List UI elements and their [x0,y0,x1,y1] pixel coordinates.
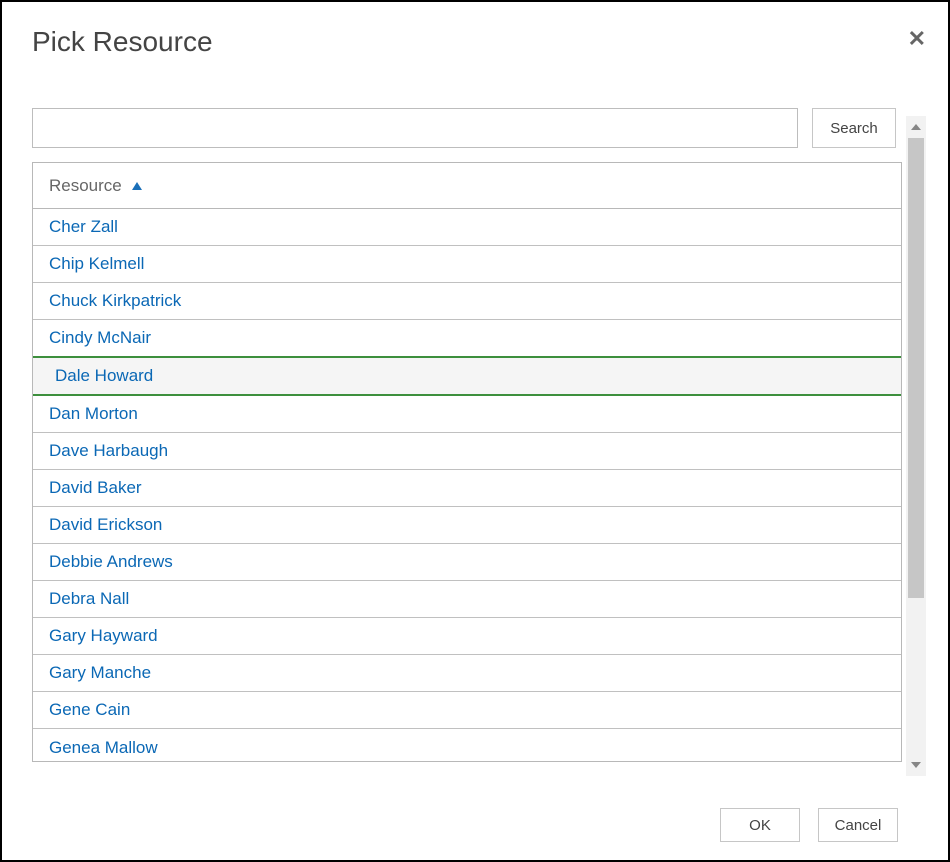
close-icon[interactable]: ✕ [908,26,926,50]
ok-button[interactable]: OK [720,808,800,842]
table-area: Resource Cher Zall Chip Kelmell Chuck Kirk… [32,162,926,776]
search-row: Search [32,108,896,148]
table-row[interactable]: David Baker [33,470,901,507]
table-row[interactable]: Dale Howard [33,356,901,396]
table-row[interactable]: Dave Harbaugh [33,433,901,470]
resource-name: Gary Hayward [49,626,158,646]
table-row[interactable]: Gene Cain [33,692,901,729]
sort-ascending-icon [132,182,142,190]
table-row[interactable]: Gary Manche [33,655,901,692]
resource-name: David Baker [49,478,142,498]
table-row[interactable]: Debra Nall [33,581,901,618]
table-row[interactable]: David Erickson [33,507,901,544]
resource-name: Debbie Andrews [49,552,173,572]
vertical-scrollbar[interactable] [906,116,926,776]
table-row[interactable]: Genea Mallow [33,729,901,762]
table-row[interactable]: Chip Kelmell [33,246,901,283]
scrollbar-thumb[interactable] [908,138,924,598]
resource-name: Chip Kelmell [49,254,144,274]
resource-name: Dan Morton [49,404,138,424]
scroll-up-icon[interactable] [906,116,926,138]
column-header-resource[interactable]: Resource [33,163,901,209]
table-row[interactable]: Cindy McNair [33,320,901,357]
dialog-header: Pick Resource ✕ [32,26,926,58]
resource-name: Genea Mallow [49,738,158,758]
resource-table: Resource Cher Zall Chip Kelmell Chuck Kirk… [32,162,902,762]
resource-name: Dave Harbaugh [49,441,168,461]
resource-name: Cher Zall [49,217,118,237]
scrollbar-track[interactable] [906,138,926,754]
table-row[interactable]: Gary Hayward [33,618,901,655]
dialog-title: Pick Resource [32,26,213,58]
table-row[interactable]: Dan Morton [33,396,901,433]
scroll-down-icon[interactable] [906,754,926,776]
resource-name: David Erickson [49,515,162,535]
cancel-button[interactable]: Cancel [818,808,898,842]
resource-name: Debra Nall [49,589,129,609]
resource-name: Gary Manche [49,663,151,683]
table-row[interactable]: Chuck Kirkpatrick [33,283,901,320]
column-header-label: Resource [49,176,122,196]
search-input[interactable] [32,108,798,148]
resource-name: Chuck Kirkpatrick [49,291,181,311]
pick-resource-dialog: Pick Resource ✕ Search Resource Cher Zal… [0,0,950,862]
resource-name: Dale Howard [55,366,153,386]
resource-name: Cindy McNair [49,328,151,348]
table-row[interactable]: Cher Zall [33,209,901,246]
dialog-footer: OK Cancel [720,808,898,842]
search-button[interactable]: Search [812,108,896,148]
resource-name: Gene Cain [49,700,130,720]
table-row[interactable]: Debbie Andrews [33,544,901,581]
rows-container: Cher Zall Chip Kelmell Chuck Kirkpatrick Ci… [33,209,901,762]
